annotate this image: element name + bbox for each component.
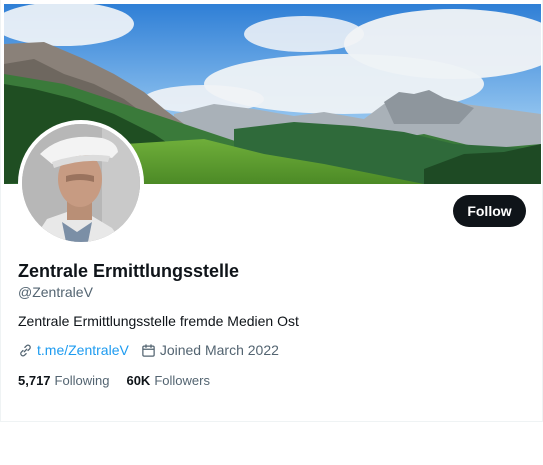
joined-date: Joined March 2022 — [141, 342, 279, 358]
profile-card: Follow Zentrale Ermittlungsstelle @Zentr… — [0, 0, 543, 422]
followers-stat[interactable]: 60K Followers — [126, 373, 209, 388]
joined-date-text: Joined March 2022 — [159, 342, 279, 358]
follow-button[interactable]: Follow — [453, 195, 526, 227]
followers-label: Followers — [154, 373, 210, 388]
avatar[interactable] — [18, 120, 144, 246]
display-name: Zentrale Ermittlungsstelle — [18, 261, 240, 281]
calendar-icon — [142, 343, 155, 357]
profile-bio: Zentrale Ermittlungsstelle fremde Medien… — [18, 313, 299, 329]
profile-meta: t.me/ZentraleV Joined March 2022 — [18, 342, 291, 358]
avatar-image — [22, 124, 140, 242]
user-handle: @ZentraleV — [18, 284, 93, 300]
following-label: Following — [54, 373, 110, 388]
following-stat[interactable]: 5,717 Following — [18, 373, 109, 388]
profile-stats: 5,717 Following 60K Followers — [18, 373, 227, 388]
link-icon — [20, 344, 31, 356]
profile-link-text[interactable]: t.me/ZentraleV — [37, 342, 129, 358]
profile-link[interactable]: t.me/ZentraleV — [18, 342, 129, 358]
followers-count: 60K — [126, 373, 151, 388]
following-count: 5,717 — [18, 373, 51, 388]
